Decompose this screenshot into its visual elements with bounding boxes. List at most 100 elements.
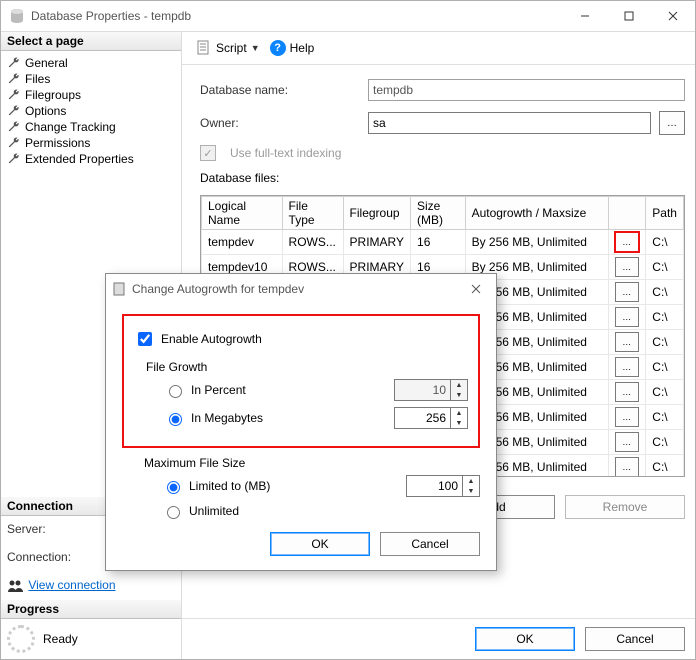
path-cell[interactable]: C:\ bbox=[646, 355, 684, 380]
dialog-cancel-button[interactable]: Cancel bbox=[380, 532, 480, 556]
path-cell[interactable]: C:\ bbox=[646, 430, 684, 455]
sidebar-item-label: Files bbox=[25, 72, 50, 86]
sidebar-item-label: Permissions bbox=[25, 136, 90, 150]
db-name-label: Database name: bbox=[200, 83, 360, 97]
table-cell[interactable]: 16 bbox=[411, 230, 466, 255]
autogrowth-browse-button[interactable]: … bbox=[615, 282, 639, 302]
autogrowth-cell: … bbox=[609, 380, 646, 405]
table-cell[interactable]: tempdev bbox=[202, 230, 283, 255]
maximize-button[interactable] bbox=[607, 1, 651, 31]
file-growth-label: File Growth bbox=[146, 360, 468, 374]
table-row[interactable]: tempdevROWS...PRIMARY16By 256 MB, Unlimi… bbox=[202, 230, 684, 255]
in-percent-label: In Percent bbox=[191, 383, 394, 397]
help-label: Help bbox=[290, 41, 315, 55]
spin-up-icon: ▲ bbox=[451, 380, 467, 390]
script-button[interactable]: Script ▼ bbox=[192, 38, 264, 58]
owner-label: Owner: bbox=[200, 116, 360, 130]
sidebar-item-change-tracking[interactable]: Change Tracking bbox=[1, 119, 181, 135]
spin-down-icon[interactable]: ▼ bbox=[451, 418, 467, 428]
path-cell[interactable]: C:\ bbox=[646, 455, 684, 478]
autogrowth-cell: … bbox=[609, 430, 646, 455]
limited-to-radio[interactable] bbox=[167, 481, 180, 494]
enable-autogrowth-label: Enable Autogrowth bbox=[161, 332, 262, 346]
path-cell[interactable]: C:\ bbox=[646, 330, 684, 355]
column-header[interactable]: File Type bbox=[282, 197, 343, 230]
sidebar-item-label: Change Tracking bbox=[25, 120, 116, 134]
owner-browse-button[interactable]: … bbox=[659, 111, 685, 135]
dialog-buttons: OK Cancel bbox=[182, 618, 695, 659]
sidebar-item-extended-properties[interactable]: Extended Properties bbox=[1, 151, 181, 167]
autogrowth-cell: … bbox=[609, 455, 646, 478]
path-cell[interactable]: C:\ bbox=[646, 405, 684, 430]
in-percent-radio[interactable] bbox=[169, 385, 182, 398]
sidebar-item-files[interactable]: Files bbox=[1, 71, 181, 87]
column-header[interactable]: Autogrowth / Maxsize bbox=[465, 197, 609, 230]
sidebar-item-options[interactable]: Options bbox=[1, 103, 181, 119]
autogrowth-browse-button[interactable]: … bbox=[615, 457, 639, 477]
in-mb-spinner[interactable]: ▲▼ bbox=[394, 407, 468, 429]
unlimited-radio[interactable] bbox=[167, 506, 180, 519]
sidebar-item-filegroups[interactable]: Filegroups bbox=[1, 87, 181, 103]
autogrowth-dialog: Change Autogrowth for tempdev Enable Aut… bbox=[105, 273, 497, 571]
autogrowth-cell: … bbox=[609, 405, 646, 430]
column-header[interactable]: Logical Name bbox=[202, 197, 283, 230]
column-header[interactable]: Filegroup bbox=[343, 197, 410, 230]
help-button[interactable]: ? Help bbox=[270, 40, 315, 56]
autogrowth-browse-button[interactable]: … bbox=[615, 332, 639, 352]
page-list: General Files Filegroups Options Change Trac… bbox=[1, 51, 181, 171]
progress-block: Ready bbox=[1, 619, 181, 659]
enable-autogrowth-checkbox[interactable] bbox=[138, 332, 152, 346]
minimize-button[interactable] bbox=[563, 1, 607, 31]
close-button[interactable] bbox=[651, 1, 695, 31]
sidebar-item-label: Filegroups bbox=[25, 88, 81, 102]
column-header[interactable] bbox=[609, 197, 646, 230]
sidebar-item-permissions[interactable]: Permissions bbox=[1, 135, 181, 151]
people-icon bbox=[7, 578, 23, 594]
limited-to-value[interactable] bbox=[407, 476, 462, 496]
path-cell[interactable]: C:\ bbox=[646, 280, 684, 305]
column-header[interactable]: Path bbox=[646, 197, 684, 230]
database-icon bbox=[9, 8, 25, 24]
dialog-titlebar: Change Autogrowth for tempdev bbox=[106, 274, 496, 304]
script-icon bbox=[196, 40, 212, 56]
autogrowth-browse-button[interactable]: … bbox=[615, 307, 639, 327]
autogrowth-browse-button[interactable]: … bbox=[615, 257, 639, 277]
column-header[interactable]: Size (MB) bbox=[411, 197, 466, 230]
spin-down-icon: ▼ bbox=[451, 390, 467, 400]
dialog-ok-button[interactable]: OK bbox=[270, 532, 370, 556]
sidebar-item-label: Extended Properties bbox=[25, 152, 134, 166]
path-cell[interactable]: C:\ bbox=[646, 305, 684, 330]
limited-to-spinner[interactable]: ▲▼ bbox=[406, 475, 480, 497]
table-cell[interactable]: By 256 MB, Unlimited bbox=[465, 230, 609, 255]
spin-up-icon[interactable]: ▲ bbox=[463, 476, 479, 486]
ok-button[interactable]: OK bbox=[475, 627, 575, 651]
autogrowth-browse-button[interactable]: … bbox=[615, 232, 639, 252]
wrench-icon bbox=[7, 72, 21, 86]
sidebar-item-label: General bbox=[25, 56, 68, 70]
cancel-button[interactable]: Cancel bbox=[585, 627, 685, 651]
dialog-close-button[interactable] bbox=[462, 275, 490, 303]
dialog-button-row: OK Cancel bbox=[122, 522, 480, 556]
autogrowth-browse-button[interactable]: … bbox=[615, 432, 639, 452]
spin-up-icon[interactable]: ▲ bbox=[451, 408, 467, 418]
path-cell[interactable]: C:\ bbox=[646, 380, 684, 405]
sidebar-item-general[interactable]: General bbox=[1, 55, 181, 71]
autogrowth-browse-button[interactable]: … bbox=[615, 407, 639, 427]
autogrowth-cell: … bbox=[609, 255, 646, 280]
path-cell[interactable]: C:\ bbox=[646, 255, 684, 280]
view-connection-row: View connection bbox=[7, 578, 175, 594]
autogrowth-browse-button[interactable]: … bbox=[615, 357, 639, 377]
sidebar-item-label: Options bbox=[25, 104, 66, 118]
path-cell[interactable]: C:\ bbox=[646, 230, 684, 255]
table-cell[interactable]: PRIMARY bbox=[343, 230, 410, 255]
owner-input[interactable] bbox=[368, 112, 651, 134]
view-connection-link[interactable]: View connection bbox=[28, 578, 115, 592]
table-cell[interactable]: ROWS... bbox=[282, 230, 343, 255]
autogrowth-browse-button[interactable]: … bbox=[615, 382, 639, 402]
remove-button: Remove bbox=[565, 495, 685, 519]
dialog-icon bbox=[112, 282, 126, 296]
in-mb-value[interactable] bbox=[395, 408, 450, 428]
spinner-icon bbox=[7, 625, 35, 653]
in-mb-radio[interactable] bbox=[169, 413, 182, 426]
spin-down-icon[interactable]: ▼ bbox=[463, 486, 479, 496]
